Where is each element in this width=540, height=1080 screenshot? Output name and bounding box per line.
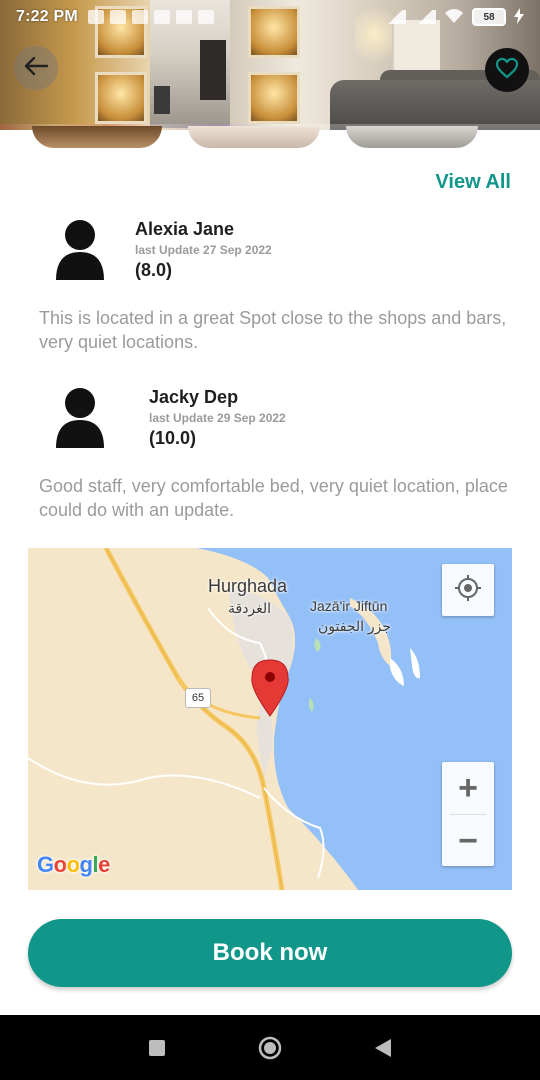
road-shield: 65 bbox=[185, 688, 211, 708]
zoom-out-button[interactable]: − bbox=[442, 815, 494, 867]
status-bar: 7:22 PM 58 bbox=[0, 0, 540, 34]
back-nav-button[interactable] bbox=[363, 1028, 403, 1068]
reviewer-avatar bbox=[54, 218, 106, 282]
photo-niche bbox=[95, 72, 147, 124]
review-text: This is located in a great Spot close to… bbox=[39, 308, 507, 352]
notification-icon bbox=[131, 10, 148, 24]
heart-outline-icon bbox=[495, 57, 519, 84]
gallery-thumbnail[interactable] bbox=[32, 126, 162, 148]
back-button[interactable] bbox=[14, 46, 58, 90]
view-all-reviews-link[interactable]: View All bbox=[435, 171, 511, 194]
charging-icon bbox=[514, 7, 524, 27]
recents-button[interactable] bbox=[137, 1028, 177, 1068]
photo-niche bbox=[248, 72, 300, 124]
wifi-icon bbox=[444, 8, 464, 27]
map-city-label-arabic: الغردقة bbox=[228, 600, 272, 616]
crosshair-icon bbox=[454, 574, 482, 607]
my-location-button[interactable] bbox=[442, 564, 494, 616]
review-text: Good staff, very comfortable bed, very q… bbox=[39, 476, 508, 520]
notification-icon bbox=[87, 10, 104, 24]
map-island-label-arabic: جزر الجفتون bbox=[318, 618, 392, 634]
review-score: (8.0) bbox=[135, 260, 173, 280]
battery-icon: 58 bbox=[472, 8, 506, 26]
reviewer-name: Jacky Dep bbox=[149, 387, 239, 407]
square-icon bbox=[148, 1039, 165, 1056]
reviewer-name: Alexia Jane bbox=[135, 219, 235, 239]
system-nav-bar bbox=[0, 1015, 540, 1080]
arrow-left-icon bbox=[23, 56, 49, 81]
signal-icon bbox=[414, 10, 436, 24]
gallery-thumbnail[interactable] bbox=[188, 126, 320, 148]
user-silhouette-icon bbox=[56, 388, 104, 448]
favorite-button[interactable] bbox=[485, 48, 529, 92]
reviewer-avatar bbox=[54, 386, 106, 450]
review-date: last Update 27 Sep 2022 bbox=[135, 243, 272, 257]
home-button[interactable] bbox=[250, 1028, 290, 1068]
notification-icons bbox=[87, 10, 214, 24]
notification-icon bbox=[109, 10, 126, 24]
review-date: last Update 29 Sep 2022 bbox=[149, 411, 286, 425]
review-score: (10.0) bbox=[149, 428, 197, 448]
circle-icon bbox=[258, 1036, 282, 1059]
zoom-controls: + − bbox=[442, 762, 494, 866]
notification-icon bbox=[153, 10, 170, 24]
signal-icon bbox=[384, 10, 406, 24]
notification-icon bbox=[197, 10, 214, 24]
status-time: 7:22 PM bbox=[16, 8, 78, 25]
map-island-label: Jazā'ir Jiftūn bbox=[310, 598, 388, 614]
map-city-label: Hurghada bbox=[208, 576, 288, 596]
triangle-back-icon bbox=[375, 1038, 392, 1057]
gallery-thumbnail[interactable] bbox=[346, 126, 478, 148]
user-silhouette-icon bbox=[56, 220, 104, 280]
google-logo: Google bbox=[37, 852, 110, 877]
zoom-in-button[interactable]: + bbox=[442, 762, 494, 814]
book-now-button[interactable]: Book now bbox=[28, 919, 512, 987]
notification-icon bbox=[175, 10, 192, 24]
review-meta: Alexia Jane last Update 27 Sep 2022 (8.0… bbox=[135, 219, 272, 281]
review-meta: Jacky Dep last Update 29 Sep 2022 (10.0) bbox=[149, 387, 286, 449]
location-map[interactable]: Hurghada الغردقة Jazā'ir Jiftūn جزر الجف… bbox=[28, 548, 512, 890]
